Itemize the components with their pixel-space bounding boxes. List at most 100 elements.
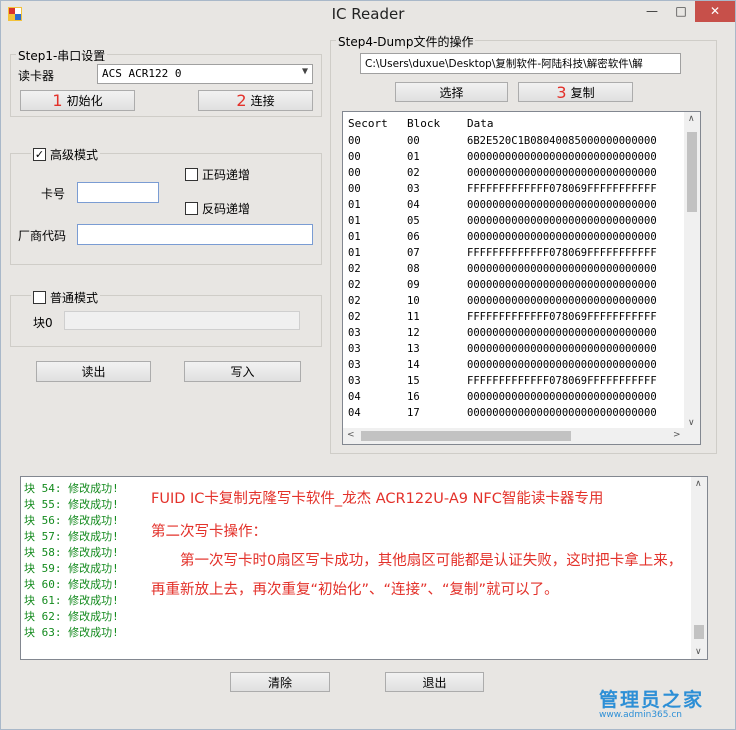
log-vertical-scrollbar[interactable]: ∧ ∨ (691, 477, 707, 659)
table-row[interactable]: 03 15 FFFFFFFFFFFFF078069FFFFFFFFFFF (343, 374, 688, 390)
cell-block: 01 (407, 151, 420, 163)
cell-sector: 00 (348, 135, 361, 147)
write-button[interactable]: 写入 (184, 361, 301, 382)
table-row[interactable]: 01 05 000000000000000000000000000000 (343, 214, 688, 230)
chevron-right-icon[interactable]: > (673, 430, 681, 440)
table-row[interactable]: 03 13 000000000000000000000000000000 (343, 342, 688, 358)
cell-sector: 02 (348, 295, 361, 307)
cell-sector: 02 (348, 311, 361, 323)
table-horizontal-scrollbar[interactable]: < > (343, 428, 700, 444)
cell-sector: 03 (348, 327, 361, 339)
advanced-mode-checkbox[interactable]: ✓ 高级模式 (31, 146, 101, 163)
table-row[interactable]: 00 02 000000000000000000000000000000 (343, 166, 688, 182)
cell-sector: 03 (348, 359, 361, 371)
copy-button[interactable]: 3 复制 (518, 82, 633, 102)
window-title: IC Reader (331, 5, 405, 23)
initialize-button[interactable]: 1 初始化 (20, 90, 135, 111)
cell-data: 000000000000000000000000000000 (467, 327, 657, 339)
step1-legend: Step1-串口设置 (16, 47, 108, 64)
table-row[interactable]: 03 14 000000000000000000000000000000 (343, 358, 688, 374)
table-body: 00 00 6B2E520C1B08040085000000000000 00 01 00… (343, 134, 688, 430)
table-row[interactable]: 01 06 000000000000000000000000000000 (343, 230, 688, 246)
cell-data: 000000000000000000000000000000 (467, 215, 657, 227)
log-line: 块 55: 修改成功! (24, 498, 119, 511)
decrement-checkbox[interactable]: 反码递增 (185, 200, 250, 217)
dump-file-path-input[interactable]: C:\Users\duxue\Desktop\复制软件-阿陆科技\解密软件\解 (360, 53, 681, 74)
maximize-button[interactable]: □ (667, 1, 695, 22)
cell-sector: 03 (348, 375, 361, 387)
exit-button[interactable]: 退出 (385, 672, 484, 692)
cell-data: 6B2E520C1B08040085000000000000 (467, 135, 657, 147)
table-vertical-scrollbar[interactable]: ∧ ∨ (684, 112, 700, 430)
table-row[interactable]: 03 12 000000000000000000000000000000 (343, 326, 688, 342)
table-row[interactable]: 01 07 FFFFFFFFFFFFF078069FFFFFFFFFFF (343, 246, 688, 262)
close-button[interactable]: ✕ (695, 1, 735, 22)
cell-block: 15 (407, 375, 420, 387)
block0-label: 块0 (33, 316, 53, 330)
connect-button[interactable]: 2 连接 (198, 90, 313, 111)
step-number-3: 3 (556, 82, 567, 102)
log-scroll-thumb[interactable] (694, 625, 704, 639)
increment-checkbox[interactable]: 正码递增 (185, 166, 250, 183)
table-horizontal-scroll-thumb[interactable] (361, 431, 571, 441)
vendor-code-input[interactable] (77, 224, 313, 245)
cell-block: 08 (407, 263, 420, 275)
table-row[interactable]: 01 04 000000000000000000000000000000 (343, 198, 688, 214)
app-window: IC Reader — □ ✕ Step1-串口设置 读卡器 ACS ACR12… (0, 0, 736, 730)
cell-data: 000000000000000000000000000000 (467, 263, 657, 275)
cell-sector: 00 (348, 183, 361, 195)
cell-sector: 01 (348, 199, 361, 211)
clear-button[interactable]: 清除 (230, 672, 330, 692)
minimize-button[interactable]: — (637, 1, 667, 22)
chevron-down-icon[interactable]: ∨ (695, 647, 702, 657)
card-number-input[interactable] (77, 182, 159, 203)
cell-sector: 03 (348, 343, 361, 355)
step-number-2: 2 (236, 91, 247, 110)
table-row[interactable]: 02 11 FFFFFFFFFFFFF078069FFFFFFFFFFF (343, 310, 688, 326)
column-header-sector[interactable]: Secort (348, 117, 388, 130)
chevron-up-icon[interactable]: ∧ (695, 479, 702, 489)
table-row[interactable]: 04 17 000000000000000000000000000000 (343, 406, 688, 422)
block0-input[interactable] (64, 311, 300, 330)
table-row[interactable]: 02 10 000000000000000000000000000000 (343, 294, 688, 310)
log-panel[interactable]: 块 54: 修改成功! 块 55: 修改成功! 块 56: 修改成功! 块 57: 修… (20, 476, 708, 660)
normal-mode-checkbox[interactable]: 普通模式 (31, 289, 101, 306)
title-bar: IC Reader — □ ✕ (1, 1, 735, 29)
cell-block: 09 (407, 279, 420, 291)
note-heading: 第二次写卡操作： (151, 524, 267, 540)
table-row[interactable]: 02 08 000000000000000000000000000000 (343, 262, 688, 278)
cell-block: 17 (407, 407, 420, 419)
cell-data: FFFFFFFFFFFFF078069FFFFFFFFFFF (467, 247, 657, 259)
select-file-button[interactable]: 选择 (395, 82, 508, 102)
cell-block: 12 (407, 327, 420, 339)
cell-data: 000000000000000000000000000000 (467, 199, 657, 211)
initialize-button-label: 初始化 (66, 94, 103, 108)
note-title: FUID IC卡复制克隆写卡软件_龙杰 ACR122U-A9 NFC智能读卡器专… (151, 491, 604, 507)
table-row[interactable]: 02 09 000000000000000000000000000000 (343, 278, 688, 294)
cell-block: 03 (407, 183, 420, 195)
table-vertical-scroll-thumb[interactable] (687, 132, 697, 212)
log-line: 块 58: 修改成功! (24, 546, 119, 559)
reader-label: 读卡器 (18, 69, 55, 83)
cell-data: 000000000000000000000000000000 (467, 343, 657, 355)
chevron-up-icon[interactable]: ∧ (688, 114, 695, 124)
cell-sector: 02 (348, 279, 361, 291)
step4-legend: Step4-Dump文件的操作 (336, 33, 476, 50)
cell-data: 000000000000000000000000000000 (467, 279, 657, 291)
chevron-down-icon[interactable]: ∨ (688, 418, 695, 428)
cell-block: 04 (407, 199, 420, 211)
table-row[interactable]: 00 01 000000000000000000000000000000 (343, 150, 688, 166)
table-row[interactable]: 04 16 000000000000000000000000000000 (343, 390, 688, 406)
column-header-data[interactable]: Data (467, 117, 494, 130)
table-row[interactable]: 00 03 FFFFFFFFFFFFF078069FFFFFFFFFFF (343, 182, 688, 198)
reader-select[interactable]: ACS ACR122 0 ▼ (97, 64, 313, 84)
table-row[interactable]: 00 00 6B2E520C1B08040085000000000000 (343, 134, 688, 150)
read-button[interactable]: 读出 (36, 361, 151, 382)
cell-data: FFFFFFFFFFFFF078069FFFFFFFFFFF (467, 183, 657, 195)
column-header-block[interactable]: Block (407, 117, 440, 130)
dump-table[interactable]: Secort Block Data 00 00 6B2E520C1B08040085… (342, 111, 701, 445)
chevron-left-icon[interactable]: < (347, 430, 355, 440)
vendor-code-label: 厂商代码 (18, 229, 67, 243)
decrement-label: 反码递增 (202, 202, 251, 216)
cell-data: 000000000000000000000000000000 (467, 151, 657, 163)
